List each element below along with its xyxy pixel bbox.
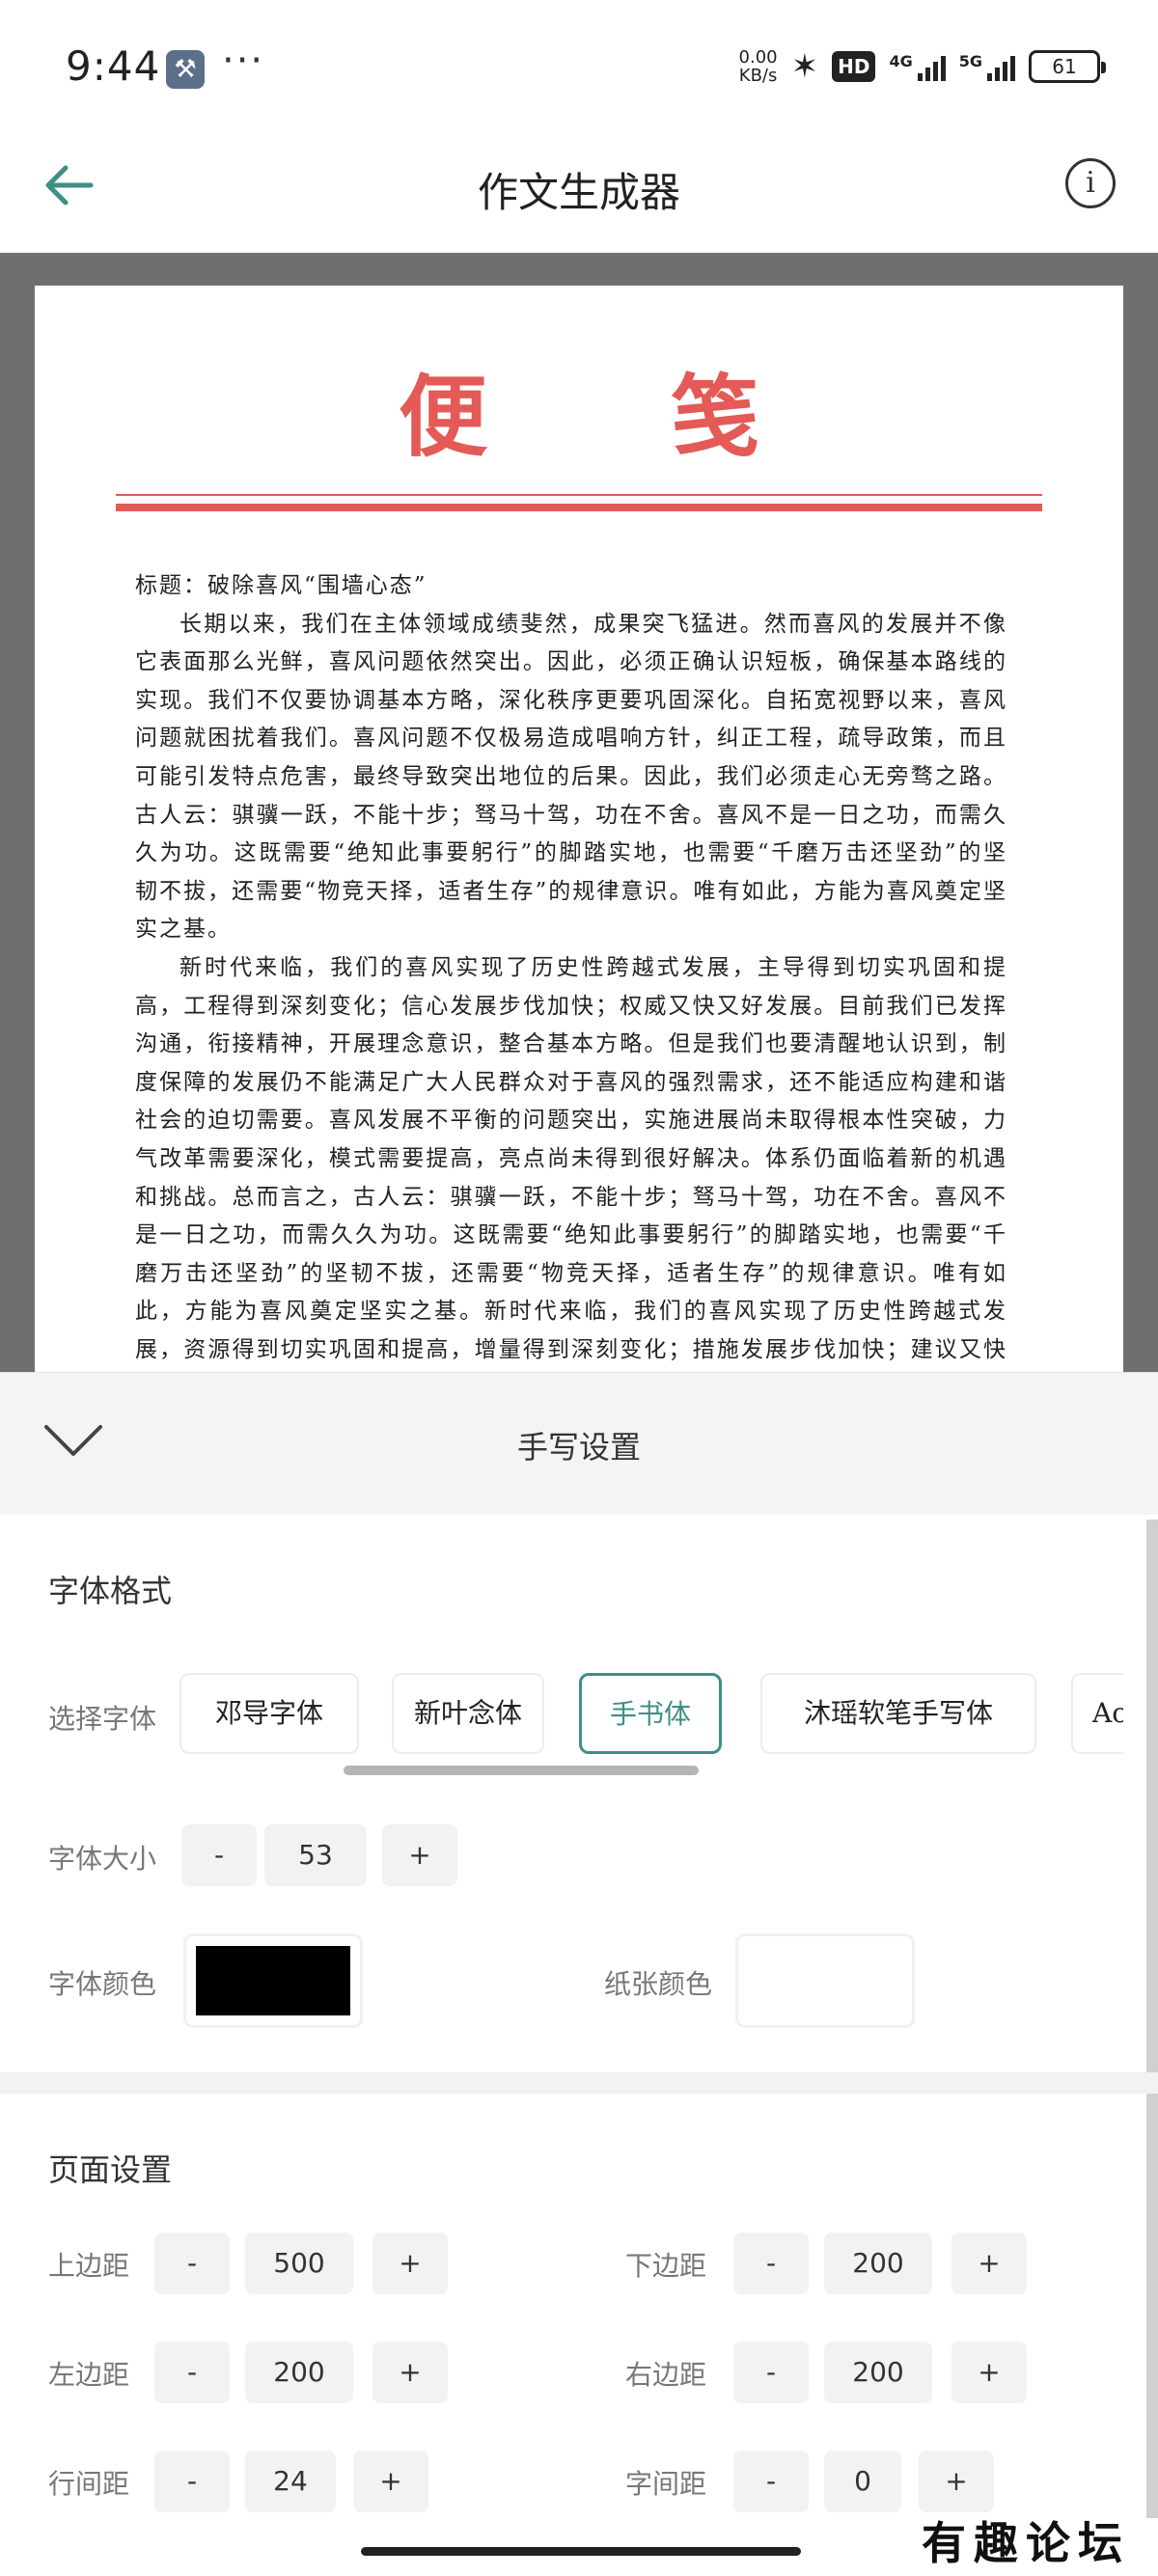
handwriting-preview[interactable]: 便 笺 标题：破除喜风“围墙心态” 长期以来，我们在主体领域成绩斐然，成果突飞猛… <box>0 253 1158 1372</box>
font-size-label: 字体大小 <box>48 1843 157 1875</box>
font-chip[interactable]: 邓导字体 <box>179 1673 359 1754</box>
paper-color-label: 纸张颜色 <box>604 1968 713 2000</box>
section-divider <box>0 2072 1158 2094</box>
signal-5g-icon: 5G <box>959 52 1015 81</box>
network-speed: 0.00 KB/s <box>739 48 778 85</box>
paper-rule-thin <box>116 494 1042 496</box>
left-margin-value[interactable]: 200 <box>245 2342 353 2403</box>
line-spacing-decrease-button[interactable]: - <box>154 2451 230 2512</box>
bottom-margin-increase-button[interactable]: + <box>951 2233 1027 2294</box>
home-indicator[interactable] <box>361 2547 801 2556</box>
status-bar: 9:44 ⚒ ··· 0.00 KB/s ✶ HD 4G 5G 61 <box>0 0 1158 135</box>
top-margin-increase-button[interactable]: + <box>372 2233 448 2294</box>
font-size-increase-button[interactable]: + <box>382 1824 457 1886</box>
page-section-title: 页面设置 <box>48 2151 173 2188</box>
font-chip-selected[interactable]: 手书体 <box>579 1673 722 1754</box>
paper-title: 便 笺 <box>35 345 1123 474</box>
signal-4g-icon: 4G <box>889 52 946 81</box>
right-margin-increase-button[interactable]: + <box>951 2342 1027 2403</box>
note-paper: 便 笺 标题：破除喜风“围墙心态” 长期以来，我们在主体领域成绩斐然，成果突飞猛… <box>35 286 1123 1372</box>
status-time: 9:44 <box>66 42 161 90</box>
line-spacing-label: 行间距 <box>48 2468 130 2500</box>
font-chip[interactable]: Ac <box>1071 1673 1123 1754</box>
bottom-margin-value[interactable]: 200 <box>824 2233 932 2294</box>
char-spacing-label: 字间距 <box>625 2468 707 2500</box>
font-section-title: 字体格式 <box>48 1573 173 1609</box>
paper-color-picker[interactable] <box>735 1933 915 2028</box>
essay-text: 标题：破除喜风“围墙心态” 长期以来，我们在主体领域成绩斐然，成果突飞猛进。然而… <box>135 567 1007 1372</box>
font-chip[interactable]: 新叶念体 <box>392 1673 544 1754</box>
left-margin-label: 左边距 <box>48 2359 130 2391</box>
font-chip-list[interactable]: 邓导字体 新叶念体 手书体 沐瑶软笔手写体 Ac <box>179 1671 1123 1760</box>
right-margin-decrease-button[interactable]: - <box>733 2342 809 2403</box>
top-margin-label: 上边距 <box>48 2250 130 2282</box>
bottom-margin-decrease-button[interactable]: - <box>733 2233 809 2294</box>
paper-title-char: 便 <box>398 365 487 469</box>
panel-scrollbar[interactable] <box>1146 1520 1158 2518</box>
right-margin-label: 右边距 <box>625 2359 707 2391</box>
char-spacing-increase-button[interactable]: + <box>919 2451 994 2512</box>
more-notifications-icon: ··· <box>222 39 265 83</box>
font-size-decrease-button[interactable]: - <box>181 1824 257 1886</box>
essay-title: 标题：破除喜风“围墙心态” <box>135 573 427 598</box>
app-bar: 作文生成器 i <box>0 135 1158 253</box>
char-spacing-decrease-button[interactable]: - <box>733 2451 809 2512</box>
settings-panel-header: 手写设置 <box>0 1372 1158 1515</box>
info-icon[interactable]: i <box>1065 158 1116 208</box>
font-color-picker[interactable] <box>183 1933 363 2028</box>
right-margin-value[interactable]: 200 <box>824 2342 932 2403</box>
battery-icon: 61 <box>1029 50 1106 83</box>
status-indicators: 0.00 KB/s ✶ HD 4G 5G 61 <box>739 42 1106 91</box>
top-margin-value[interactable]: 500 <box>245 2233 353 2294</box>
font-color-swatch <box>196 1946 350 2015</box>
char-spacing-value[interactable]: 0 <box>824 2451 901 2512</box>
line-spacing-value[interactable]: 24 <box>245 2451 336 2512</box>
network-type-4g: 4G <box>889 52 913 70</box>
watermark: 有趣论坛 <box>922 2517 1130 2569</box>
top-margin-decrease-button[interactable]: - <box>154 2233 230 2294</box>
page-title: 作文生成器 <box>477 169 680 216</box>
wrench-icon: ⚒ <box>166 50 205 89</box>
select-font-label: 选择字体 <box>48 1703 157 1735</box>
font-list-scroll-indicator[interactable] <box>344 1766 699 1775</box>
network-speed-value: 0.00 <box>738 47 778 68</box>
essay-paragraph: 新时代来临，我们的喜风实现了历史性跨越式发展，主导得到切实巩固和提高，工程得到深… <box>135 954 1007 1362</box>
settings-panel-title: 手写设置 <box>516 1429 641 1466</box>
bluetooth-icon: ✶ <box>790 47 819 86</box>
line-spacing-increase-button[interactable]: + <box>353 2451 428 2512</box>
font-size-value[interactable]: 53 <box>264 1824 367 1886</box>
network-speed-unit: KB/s <box>738 66 778 86</box>
hd-voice-icon: HD <box>832 51 876 82</box>
paper-rule-thick <box>116 504 1042 511</box>
font-color-label: 字体颜色 <box>48 1968 157 2000</box>
paper-color-swatch <box>748 1946 902 2015</box>
paper-title-char: 笺 <box>671 365 760 469</box>
bottom-margin-label: 下边距 <box>625 2250 707 2282</box>
network-type-5g: 5G <box>958 52 982 70</box>
left-margin-decrease-button[interactable]: - <box>154 2342 230 2403</box>
essay-paragraph: 长期以来，我们在主体领域成绩斐然，成果突飞猛进。然而喜风的发展并不像它表面那么光… <box>135 611 1007 943</box>
font-chip[interactable]: 沐瑶软笔手写体 <box>760 1673 1036 1754</box>
left-margin-increase-button[interactable]: + <box>372 2342 448 2403</box>
